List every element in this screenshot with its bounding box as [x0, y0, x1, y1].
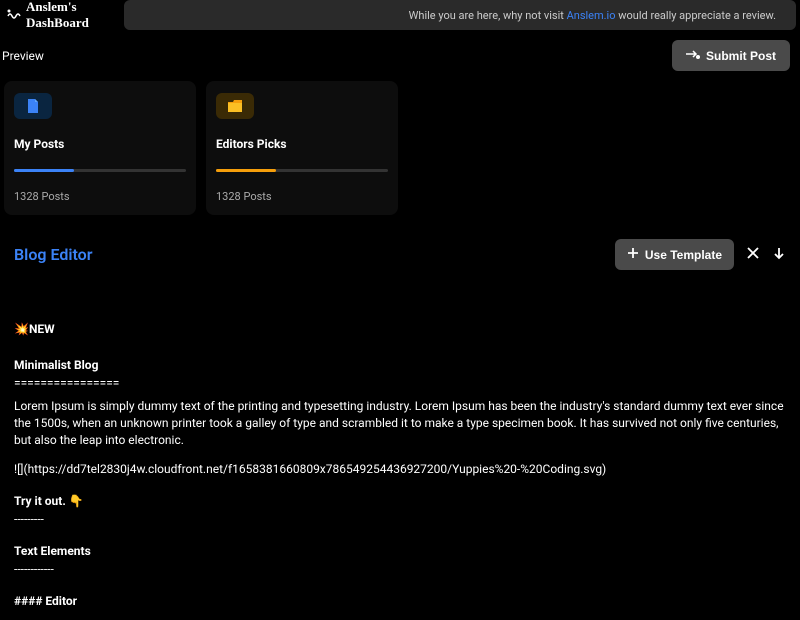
card-title: My Posts [14, 137, 186, 151]
logo-icon [6, 6, 22, 24]
editor-content[interactable]: 💥NEW Minimalist Blog ================ Lo… [14, 320, 786, 610]
blog-editor-panel: Blog Editor Use Template 💥NEW Minimalist… [4, 229, 796, 620]
text-elements-heading: Text Elements [14, 542, 786, 560]
card-title: Editors Picks [216, 137, 388, 151]
try-it-label: Try it out. 👇 [14, 492, 786, 510]
app-logo[interactable]: Anslem's DashBoard [0, 0, 124, 31]
preview-tab[interactable]: Preview [2, 49, 44, 63]
plus-icon [627, 247, 639, 262]
new-badge: 💥NEW [14, 320, 786, 338]
submit-post-button[interactable]: Submit Post [672, 40, 790, 71]
post-count: 1328 Posts [14, 190, 186, 203]
folder-icon [216, 93, 254, 119]
send-icon [686, 48, 700, 63]
editors-picks-card[interactable]: Editors Picks 1328 Posts [206, 81, 398, 215]
image-markdown: ![](https://dd7tel2830j4w.cloudfront.net… [14, 460, 786, 478]
post-count: 1328 Posts [216, 190, 388, 203]
use-template-button[interactable]: Use Template [615, 239, 734, 270]
close-icon[interactable] [746, 246, 760, 263]
blog-body: Lorem Ipsum is simply dummy text of the … [14, 398, 786, 448]
editor-title: Blog Editor [14, 245, 92, 264]
banner-link[interactable]: Anslem.io [567, 9, 616, 22]
blog-heading: Minimalist Blog [14, 356, 786, 374]
file-icon [14, 93, 52, 119]
editor-subheading: #### Editor [14, 592, 786, 610]
progress-bar [216, 169, 388, 172]
progress-bar [14, 169, 186, 172]
my-posts-card[interactable]: My Posts 1328 Posts [4, 81, 196, 215]
logo-text: Anslem's DashBoard [26, 0, 124, 31]
arrow-down-icon[interactable] [772, 246, 786, 263]
notice-banner: While you are here, why not visit Anslem… [124, 0, 796, 30]
